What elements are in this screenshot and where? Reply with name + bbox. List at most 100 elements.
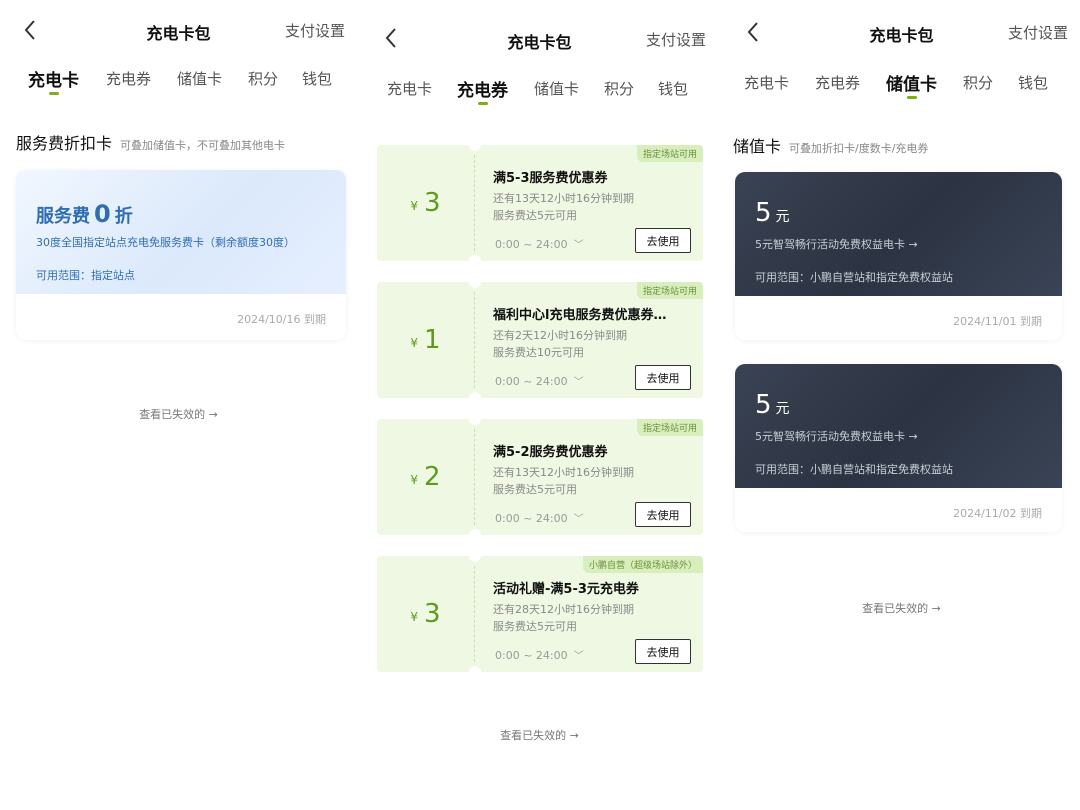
- chevron-down-icon: ﹀: [573, 377, 584, 388]
- tab-charging-card[interactable]: 充电卡: [744, 72, 789, 93]
- coupon-value: 1: [424, 325, 441, 355]
- currency-symbol: ¥: [410, 336, 419, 350]
- amount-number: 5: [755, 390, 772, 420]
- tab-points[interactable]: 积分: [248, 68, 278, 89]
- chevron-down-icon: ﹀: [573, 651, 584, 662]
- tab-wallet[interactable]: 钱包: [658, 78, 688, 99]
- section-title: 服务费折扣卡 可叠加储值卡，不可叠加其他电卡: [16, 130, 285, 154]
- view-invalid-link[interactable]: 查看已失效的 →: [0, 406, 357, 422]
- section-title-text: 服务费折扣卡: [16, 134, 113, 153]
- coupon-card[interactable]: ¥3 指定场站可用 满5-3服务费优惠券 还有13天12小时16分钟到期 服务费…: [377, 145, 703, 261]
- coupon-remaining: 还有2天12小时16分钟到期: [493, 329, 627, 342]
- coupon-card[interactable]: ¥3 小鹏自营（超级场站除外） 活动礼赠-满5-3元充电券 还有28天12小时1…: [377, 556, 703, 672]
- tab-charging-coupon[interactable]: 充电券: [106, 68, 151, 89]
- coupon-remaining: 还有28天12小时16分钟到期: [493, 603, 634, 616]
- tab-points[interactable]: 积分: [963, 72, 993, 93]
- stored-value-expiry: 2024/11/01 到期: [953, 315, 1042, 328]
- stored-value-amount: 5元: [755, 198, 790, 228]
- coupon-card[interactable]: ¥1 指定场站可用 福利中心l充电服务费优惠券… 还有2天12小时16分钟到期 …: [377, 282, 703, 398]
- coupon-card[interactable]: ¥2 指定场站可用 满5-2服务费优惠券 还有13天12小时16分钟到期 服务费…: [377, 419, 703, 535]
- amount-unit: 元: [775, 209, 790, 225]
- tab-stored-value-card[interactable]: 储值卡: [177, 68, 222, 89]
- coupon-time-range[interactable]: 0:00 ~ 24:00 ﹀: [495, 236, 584, 251]
- coupon-tag: 小鹏自营（超级场站除外）: [582, 556, 703, 573]
- tab-charging-coupon[interactable]: 充电券: [815, 72, 860, 93]
- coupon-amount: ¥2: [377, 419, 474, 535]
- coupon-title: 活动礼赠-满5-3元充电券: [493, 582, 639, 597]
- stored-value-description[interactable]: 5元智驾畅行活动免费权益电卡 →: [755, 428, 918, 444]
- chevron-down-icon: ﹀: [573, 514, 584, 525]
- stored-value-card[interactable]: 5元 5元智驾畅行活动免费权益电卡 → 可用范围：小鹏自营站和指定免费权益站 2…: [735, 364, 1062, 532]
- coupon-time-text: 0:00 ~ 24:00: [495, 512, 568, 525]
- coupon-time-text: 0:00 ~ 24:00: [495, 238, 568, 251]
- coupon-amount: ¥3: [377, 556, 474, 672]
- tab-charging-card[interactable]: 充电卡: [28, 66, 79, 95]
- header: 充电卡包 支付设置: [723, 2, 1080, 62]
- view-invalid-link[interactable]: 查看已失效的 →: [361, 727, 718, 743]
- coupon-value: 3: [424, 188, 441, 218]
- coupon-time-range[interactable]: 0:00 ~ 24:00 ﹀: [495, 373, 584, 388]
- coupon-condition: 服务费达5元可用: [493, 620, 577, 633]
- discount-name-suffix: 折: [114, 206, 133, 227]
- use-coupon-button[interactable]: 去使用: [635, 502, 691, 527]
- tab-wallet[interactable]: 钱包: [302, 68, 332, 89]
- panel-charging-card: 充电卡包 支付设置 充电卡 充电券 储值卡 积分 钱包 服务费折扣卡 可叠加储值卡…: [0, 0, 357, 810]
- coupon-tag: 指定场站可用: [636, 145, 703, 162]
- stored-value-card-header: 5元 5元智驾畅行活动免费权益电卡 → 可用范围：小鹏自营站和指定免费权益站: [735, 172, 1062, 296]
- section-subtitle: 可叠加折扣卡/度数卡/充电券: [789, 142, 929, 155]
- discount-card-description: 30度全国指定站点充电免服务费卡（剩余额度30度）: [36, 236, 295, 249]
- stored-value-scope: 可用范围：小鹏自营站和指定免费权益站: [755, 271, 953, 284]
- tab-points[interactable]: 积分: [604, 78, 634, 99]
- coupon-title: 满5-2服务费优惠券: [493, 445, 608, 460]
- panel-stored-value-card: 充电卡包 支付设置 充电卡 充电券 储值卡 积分 钱包 储值卡 可叠加折扣卡/度数…: [723, 0, 1080, 810]
- coupon-amount: ¥3: [377, 145, 474, 261]
- view-invalid-link[interactable]: 查看已失效的 →: [723, 600, 1080, 616]
- section-title-text: 储值卡: [733, 137, 782, 156]
- tab-charging-coupon[interactable]: 充电券: [457, 76, 508, 105]
- stored-value-card[interactable]: 5元 5元智驾畅行活动免费权益电卡 → 可用范围：小鹏自营站和指定免费权益站 2…: [735, 172, 1062, 340]
- stored-value-card-header: 5元 5元智驾畅行活动免费权益电卡 → 可用范围：小鹏自营站和指定免费权益站: [735, 364, 1062, 488]
- tab-bar: 充电卡 充电券 储值卡 积分 钱包: [0, 66, 357, 106]
- stored-value-amount: 5元: [755, 390, 790, 420]
- discount-card[interactable]: 服务费 0 折 30度全国指定站点充电免服务费卡（剩余额度30度） 可用范围：指定站…: [16, 170, 346, 340]
- coupon-title: 满5-3服务费优惠券: [493, 171, 608, 186]
- coupon-time-range[interactable]: 0:00 ~ 24:00 ﹀: [495, 510, 584, 525]
- coupon-condition: 服务费达10元可用: [493, 346, 584, 359]
- header: 充电卡包 支付设置: [361, 8, 718, 68]
- tab-bar: 充电卡 充电券 储值卡 积分 钱包: [723, 70, 1080, 110]
- tab-bar: 充电卡 充电券 储值卡 积分 钱包: [361, 76, 718, 116]
- discount-card-name: 服务费 0 折: [36, 200, 133, 228]
- section-title: 储值卡 可叠加折扣卡/度数卡/充电券: [733, 133, 928, 157]
- stored-value-description[interactable]: 5元智驾畅行活动免费权益电卡 →: [755, 236, 918, 252]
- panel-charging-coupon: 充电卡包 支付设置 充电卡 充电券 储值卡 积分 钱包 ¥3 指定场站可用 满5…: [361, 0, 718, 810]
- coupon-condition: 服务费达5元可用: [493, 209, 577, 222]
- coupon-amount: ¥1: [377, 282, 474, 398]
- tab-charging-card[interactable]: 充电卡: [387, 78, 432, 99]
- pay-settings-link[interactable]: 支付设置: [646, 29, 706, 50]
- pay-settings-link[interactable]: 支付设置: [1008, 22, 1068, 43]
- coupon-time-text: 0:00 ~ 24:00: [495, 375, 568, 388]
- pay-settings-link[interactable]: 支付设置: [285, 20, 345, 41]
- use-coupon-button[interactable]: 去使用: [635, 228, 691, 253]
- use-coupon-button[interactable]: 去使用: [635, 639, 691, 664]
- use-coupon-button[interactable]: 去使用: [635, 365, 691, 390]
- discount-card-expiry: 2024/10/16 到期: [237, 313, 326, 326]
- discount-card-header: 服务费 0 折 30度全国指定站点充电免服务费卡（剩余额度30度） 可用范围：指定站…: [16, 170, 346, 294]
- amount-unit: 元: [775, 401, 790, 417]
- tab-stored-value-card[interactable]: 储值卡: [886, 70, 937, 99]
- amount-number: 5: [755, 198, 772, 228]
- currency-symbol: ¥: [410, 199, 419, 213]
- coupon-time-range[interactable]: 0:00 ~ 24:00 ﹀: [495, 647, 584, 662]
- chevron-down-icon: ﹀: [573, 240, 584, 251]
- currency-symbol: ¥: [410, 610, 419, 624]
- header: 充电卡包 支付设置: [0, 0, 357, 60]
- coupon-tag: 指定场站可用: [636, 282, 703, 299]
- coupon-remaining: 还有13天12小时16分钟到期: [493, 466, 634, 479]
- discount-card-scope: 可用范围：指定站点: [36, 269, 135, 282]
- currency-symbol: ¥: [410, 473, 419, 487]
- coupon-condition: 服务费达5元可用: [493, 483, 577, 496]
- tab-wallet[interactable]: 钱包: [1018, 72, 1048, 93]
- coupon-title: 福利中心l充电服务费优惠券…: [493, 308, 667, 323]
- tab-stored-value-card[interactable]: 储值卡: [534, 78, 579, 99]
- section-subtitle: 可叠加储值卡，不可叠加其他电卡: [120, 139, 286, 152]
